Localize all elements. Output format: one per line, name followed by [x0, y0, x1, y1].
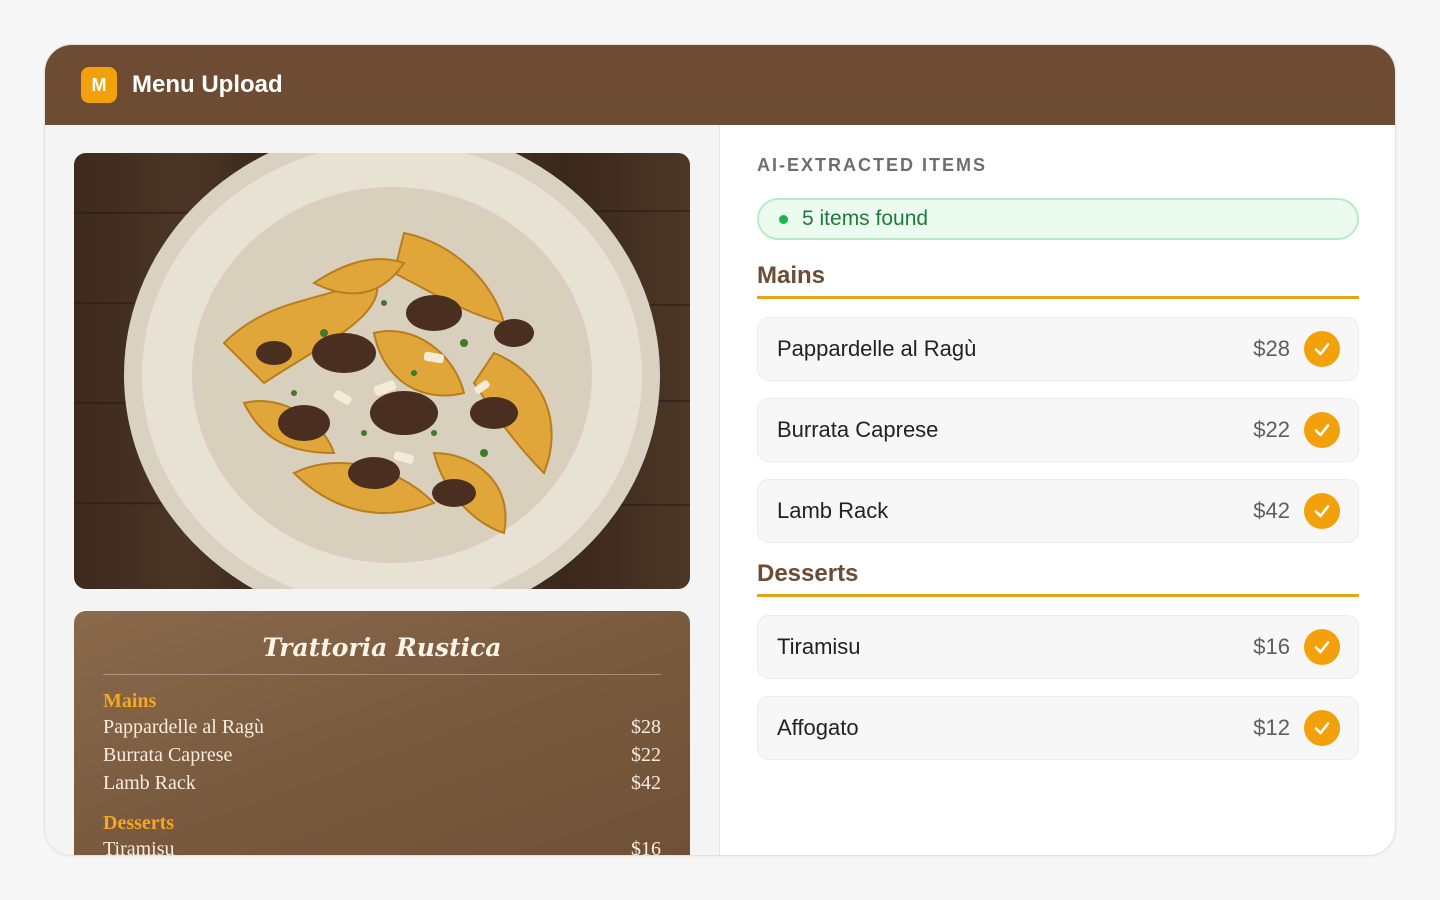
check-icon[interactable]	[1304, 629, 1340, 665]
mains-list: Pappardelle al Ragù $28 Burrata Caprese …	[757, 317, 1359, 543]
extracted-items-panel: AI-EXTRACTED ITEMS 5 items found Mains P…	[720, 125, 1395, 855]
menu-item-name: Lamb Rack	[103, 772, 196, 794]
menu-row: Lamb Rack $42	[103, 769, 661, 797]
menu-section-desserts: Desserts	[103, 812, 175, 834]
category-heading-desserts: Desserts	[757, 560, 1359, 597]
menu-row: Tiramisu $16	[103, 835, 661, 856]
item-name: Affogato	[777, 715, 859, 740]
menu-item-name: Pappardelle al Ragù	[103, 716, 265, 738]
menu-row: Pappardelle al Ragù $28	[103, 713, 661, 741]
check-icon[interactable]	[1304, 493, 1340, 529]
check-icon[interactable]	[1304, 710, 1340, 746]
menu-item-name: Burrata Caprese	[103, 744, 233, 766]
pasta-dish-image	[74, 153, 690, 589]
extracted-items-caption: AI-EXTRACTED ITEMS	[757, 155, 988, 175]
item-price: $22	[1253, 417, 1290, 442]
extracted-item[interactable]: Affogato $12	[757, 696, 1359, 760]
item-name: Tiramisu	[777, 634, 861, 659]
menu-item-price: $16	[631, 838, 661, 856]
item-price: $42	[1253, 498, 1290, 523]
upload-preview-panel: Trattoria Rustica Mains Pappardelle al R…	[45, 125, 720, 856]
extracted-item[interactable]: Tiramisu $16	[757, 615, 1359, 679]
menu-upload-window: M Menu Upload Trattoria Rustica Mains Pa…	[44, 44, 1396, 856]
menu-item-price: $22	[631, 744, 661, 766]
app-logo: M	[81, 67, 117, 103]
items-found-badge: 5 items found	[757, 198, 1359, 240]
check-icon[interactable]	[1304, 412, 1340, 448]
item-name: Pappardelle al Ragù	[777, 336, 977, 361]
app-header: M Menu Upload	[45, 45, 1395, 125]
item-name: Burrata Caprese	[777, 417, 939, 442]
restaurant-name: Trattoria Rustica	[103, 633, 661, 675]
extracted-item[interactable]: Lamb Rack $42	[757, 479, 1359, 543]
extracted-item[interactable]: Pappardelle al Ragù $28	[757, 317, 1359, 381]
category-heading-mains: Mains	[757, 262, 1359, 299]
desserts-list: Tiramisu $16 Affogato $12	[757, 615, 1359, 760]
item-price: $16	[1253, 634, 1290, 659]
item-price: $28	[1253, 336, 1290, 361]
item-name: Lamb Rack	[777, 498, 889, 523]
menu-item-price: $42	[631, 772, 661, 794]
dish-photo	[74, 153, 690, 589]
app-title: Menu Upload	[132, 71, 283, 98]
menu-item-name: Tiramisu	[103, 838, 175, 856]
check-icon[interactable]	[1304, 331, 1340, 367]
extracted-item[interactable]: Burrata Caprese $22	[757, 398, 1359, 462]
menu-item-price: $28	[631, 716, 661, 738]
menu-card: Trattoria Rustica Mains Pappardelle al R…	[74, 611, 690, 856]
menu-section-mains: Mains	[103, 690, 157, 712]
items-found-text: 5 items found	[802, 207, 929, 230]
menu-row: Burrata Caprese $22	[103, 741, 661, 769]
item-price: $12	[1253, 715, 1290, 740]
status-dot-icon	[779, 214, 788, 224]
